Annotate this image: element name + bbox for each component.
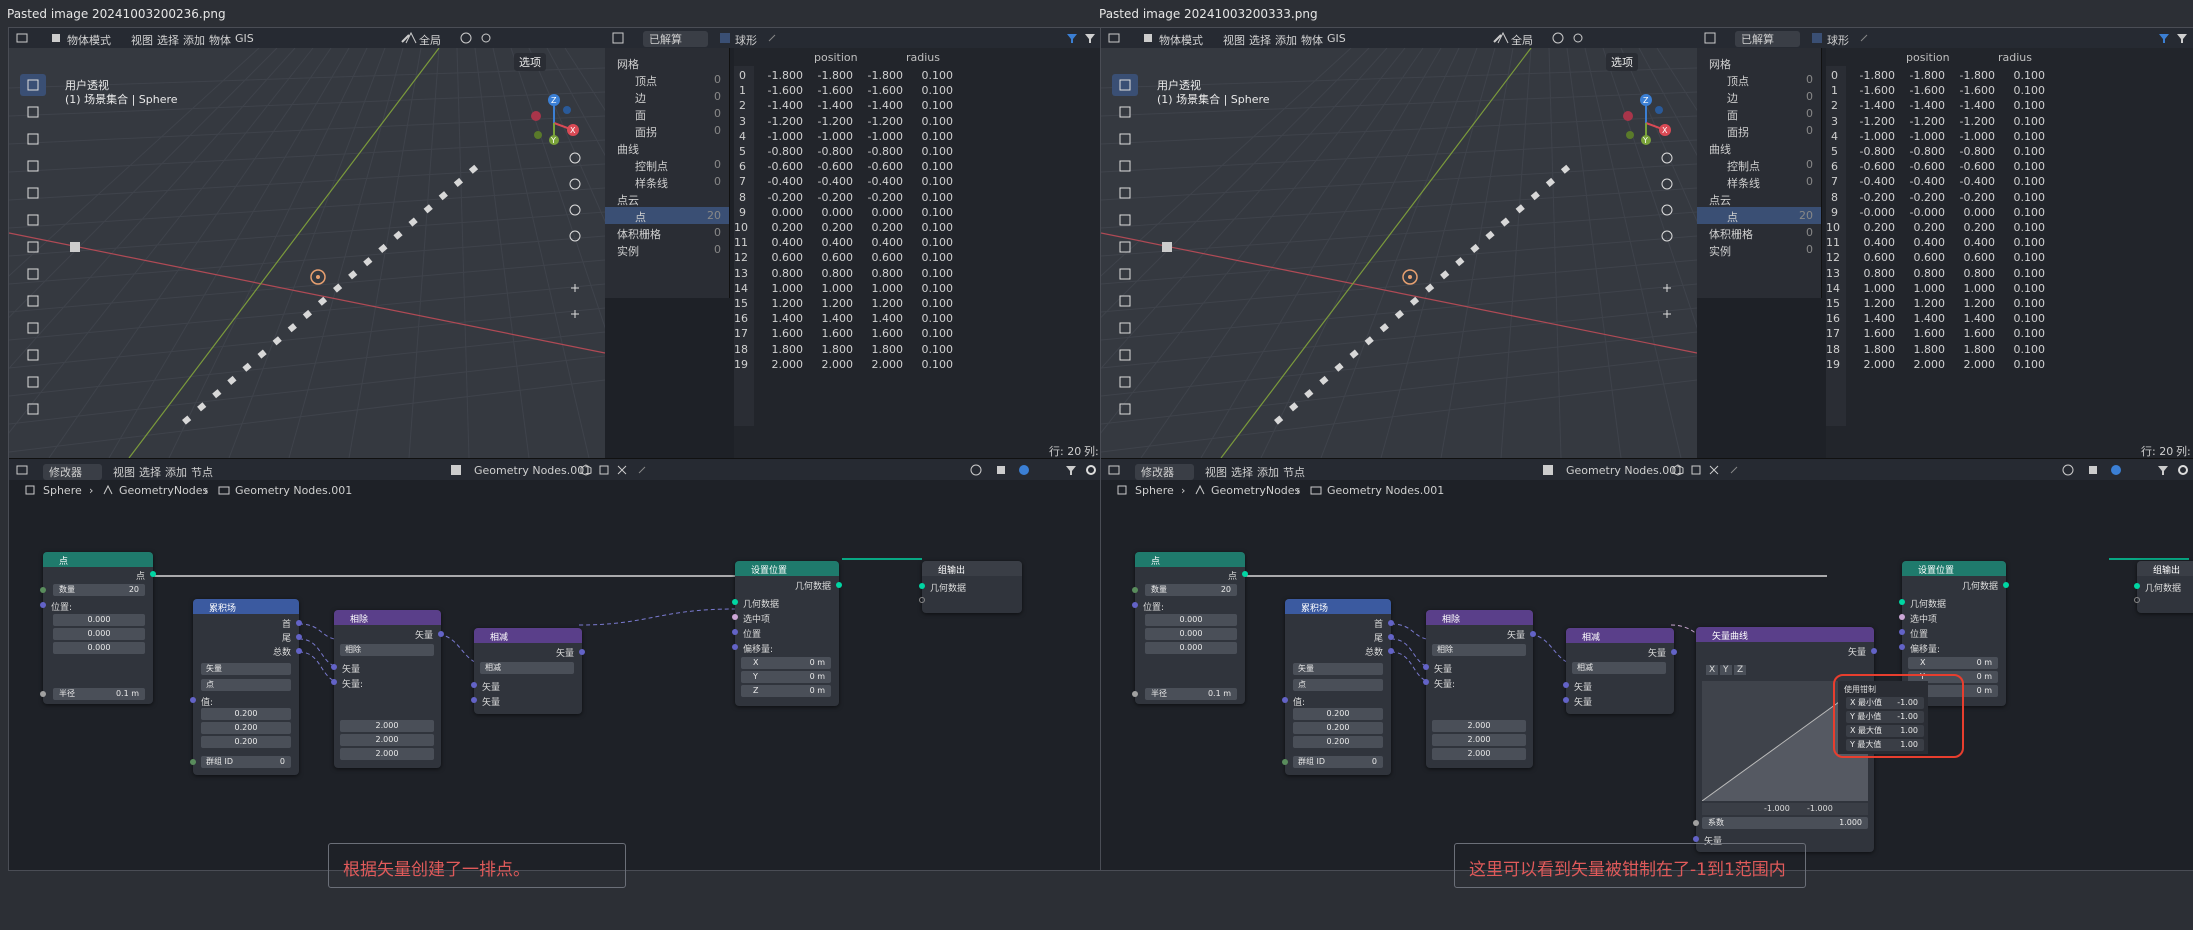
- value-field[interactable]: 0.200: [1293, 722, 1383, 734]
- divisor-field[interactable]: 2.000: [1432, 734, 1526, 746]
- caption-box: 这里可以看到矢量被钳制在了-1到1范围内: [1454, 843, 1806, 888]
- radius-field[interactable]: 半径 0.1 m: [53, 688, 145, 700]
- position-field[interactable]: 0.000: [53, 628, 145, 640]
- panel-title: Pasted image 20241003200236.png: [7, 7, 226, 21]
- domain-dropdown[interactable]: 点: [201, 679, 291, 691]
- offset-x-field[interactable]: X0 m: [741, 657, 831, 669]
- type-dropdown[interactable]: 矢量: [201, 663, 291, 675]
- blender-window: 物体模式 视图 选择 添加 物体 GIS 全局 选项 用户透视 (1) 场景集合 | Sph…: [8, 27, 1105, 871]
- value-field[interactable]: 0.200: [1293, 708, 1383, 720]
- set-position-node[interactable]: 设置位置 几何数据 几何数据 选中项 位置 偏移量: X0 mY0 mZ0 m: [732, 561, 842, 706]
- group-id-field[interactable]: 群组 ID 0: [1293, 756, 1383, 768]
- divisor-field[interactable]: 2.000: [340, 720, 434, 732]
- value-field[interactable]: 0.200: [201, 708, 291, 720]
- divisor-field[interactable]: 2.000: [1432, 720, 1526, 732]
- subtract-node[interactable]: 相减 矢量 相减 矢量 矢量: [471, 628, 585, 714]
- type-dropdown[interactable]: 矢量: [1293, 663, 1383, 675]
- group-output-node[interactable]: 组输出 几何数据: [2134, 561, 2193, 613]
- radius-field[interactable]: 半径 0.1 m: [1145, 688, 1237, 700]
- factor-field[interactable]: 系数 1.000: [1702, 817, 1868, 829]
- group-output-node[interactable]: 组输出 几何数据: [919, 561, 1022, 613]
- position-field[interactable]: 0.000: [53, 614, 145, 626]
- count-field[interactable]: 数量 20: [53, 584, 145, 596]
- divide-node[interactable]: 相除 矢量 相除 矢量 矢量: 2.000 2.000 2.000: [1423, 610, 1536, 768]
- subtract-node[interactable]: 相减 矢量 相减 矢量 矢量: [1563, 628, 1677, 714]
- position-field[interactable]: 0.000: [1145, 628, 1237, 640]
- offset-y-field[interactable]: Y0 m: [741, 671, 831, 683]
- node-links: [1237, 558, 2189, 812]
- points-node[interactable]: 点 点 数量 20 位置: 0.000 0.000 0.000 半径 0.1 m: [1132, 552, 1248, 704]
- value-field[interactable]: 0.200: [201, 722, 291, 734]
- position-field[interactable]: 0.000: [1145, 614, 1237, 626]
- operation-dropdown[interactable]: 相减: [480, 662, 574, 674]
- panel-title: Pasted image 20241003200333.png: [1099, 7, 1318, 21]
- axis-tab[interactable]: Y: [1720, 665, 1732, 675]
- points-node[interactable]: 点 点 数量 20 位置: 0.000 0.000 0.000 半径 0.1 m: [40, 552, 156, 704]
- node-links: [145, 558, 922, 684]
- position-field[interactable]: 0.000: [53, 642, 145, 654]
- value-field[interactable]: 0.200: [201, 736, 291, 748]
- axis-tab[interactable]: X: [1706, 665, 1719, 675]
- accumulate-field-node[interactable]: 累积场 首 尾 总数 矢量 点 值: 0.200 0.200 0.200 群组 ID…: [190, 599, 302, 775]
- caption-box: 根据矢量创建了一排点。: [328, 843, 626, 888]
- accumulate-field-node[interactable]: 累积场 首 尾 总数 矢量 点 值: 0.200 0.200 0.200 群组 ID…: [1282, 599, 1394, 775]
- blender-window: 物体模式 视图 选择 添加 物体 GIS 全局 选项 用户透视 (1) 场景集合 | Sph…: [1100, 27, 2193, 871]
- position-field[interactable]: 0.000: [1145, 642, 1237, 654]
- divisor-field[interactable]: 2.000: [340, 748, 434, 760]
- curve-point-fields[interactable]: -1.000 -1.000: [1702, 803, 1868, 815]
- offset-x-field[interactable]: X0 m: [1908, 657, 1998, 669]
- value-field[interactable]: 0.200: [1293, 736, 1383, 748]
- divide-node[interactable]: 相除 矢量 相除 矢量 矢量: 2.000 2.000 2.000: [331, 610, 444, 768]
- group-id-field[interactable]: 群组 ID 0: [201, 756, 291, 768]
- domain-dropdown[interactable]: 点: [1293, 679, 1383, 691]
- operation-dropdown[interactable]: 相减: [1572, 662, 1666, 674]
- axis-tab[interactable]: Z: [1734, 665, 1747, 675]
- highlight-box: [1833, 674, 1964, 758]
- divisor-field[interactable]: 2.000: [1432, 748, 1526, 760]
- operation-dropdown[interactable]: 相除: [1432, 644, 1526, 656]
- count-field[interactable]: 数量 20: [1145, 584, 1237, 596]
- offset-z-field[interactable]: Z0 m: [741, 685, 831, 697]
- divisor-field[interactable]: 2.000: [340, 734, 434, 746]
- operation-dropdown[interactable]: 相除: [340, 644, 434, 656]
